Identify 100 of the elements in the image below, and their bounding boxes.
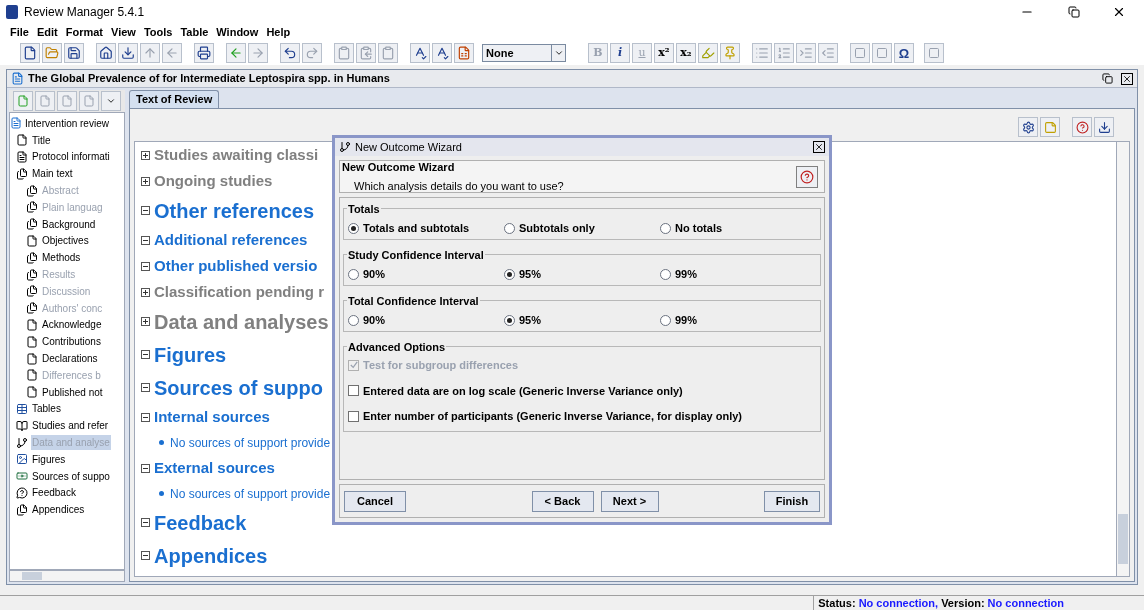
tree-item[interactable]: Objectives bbox=[41, 233, 90, 249]
settings-icon[interactable] bbox=[1018, 117, 1038, 137]
page-icon bbox=[16, 134, 28, 147]
pages-icon bbox=[16, 503, 28, 516]
radio-button[interactable] bbox=[348, 314, 359, 326]
radio-button[interactable] bbox=[504, 222, 515, 234]
checkbox[interactable] bbox=[348, 385, 359, 397]
clipboard-icon[interactable] bbox=[378, 43, 398, 63]
symbol-button[interactable]: Ω bbox=[894, 43, 914, 63]
vertical-scrollbar[interactable] bbox=[1116, 142, 1129, 576]
back-button[interactable]: < Back bbox=[531, 490, 594, 512]
collapse-icon[interactable] bbox=[141, 350, 150, 359]
radio-button[interactable] bbox=[348, 268, 359, 280]
tree-item[interactable]: Main text bbox=[31, 166, 74, 182]
option-label: No totals bbox=[675, 220, 723, 236]
collapse-icon[interactable] bbox=[141, 463, 150, 473]
feedback-icon bbox=[16, 486, 28, 499]
collapse-icon[interactable] bbox=[141, 235, 150, 245]
menu-item[interactable]: Table bbox=[180, 24, 209, 41]
tree-item[interactable]: Methods bbox=[41, 250, 82, 266]
radio-button[interactable] bbox=[348, 222, 359, 234]
collapse-icon[interactable] bbox=[141, 383, 150, 392]
new-file-icon[interactable] bbox=[20, 43, 40, 63]
radio-button[interactable] bbox=[504, 314, 515, 326]
menu-item[interactable]: Tools bbox=[143, 24, 173, 41]
document-icon[interactable] bbox=[454, 43, 474, 63]
tree-item[interactable]: Published not bbox=[41, 384, 104, 400]
menu-item[interactable]: Edit bbox=[36, 24, 58, 41]
dropdown-icon bbox=[553, 48, 564, 58]
print-icon[interactable] bbox=[194, 43, 214, 63]
restore-icon[interactable] bbox=[1102, 73, 1113, 84]
save-icon[interactable] bbox=[64, 43, 84, 63]
restore-icon[interactable] bbox=[1068, 6, 1080, 18]
tree-item[interactable]: Title bbox=[31, 132, 52, 148]
format-button[interactable]: i bbox=[610, 43, 630, 63]
finish-button[interactable]: Finish bbox=[764, 490, 820, 512]
next-button[interactable]: Next > bbox=[600, 490, 659, 512]
help-icon[interactable] bbox=[1072, 117, 1092, 137]
menu-item[interactable]: Window bbox=[216, 24, 259, 41]
tree-item[interactable]: Declarations bbox=[41, 351, 99, 367]
collapse-icon[interactable] bbox=[141, 206, 150, 215]
help-button[interactable] bbox=[796, 165, 818, 188]
collapse-icon[interactable] bbox=[141, 551, 150, 560]
expand-icon[interactable] bbox=[141, 287, 150, 297]
style-select[interactable]: None bbox=[482, 44, 566, 62]
expand-icon[interactable] bbox=[141, 176, 150, 186]
download-icon[interactable] bbox=[118, 43, 138, 63]
spellcheck-icon[interactable] bbox=[410, 43, 430, 63]
close-icon[interactable] bbox=[1121, 72, 1133, 85]
tree-item[interactable]: Tables bbox=[31, 401, 62, 417]
wizard-question: Which analysis details do you want to use? bbox=[353, 179, 565, 194]
option-label: 99% bbox=[675, 312, 698, 328]
tree-item[interactable]: Intervention review bbox=[25, 115, 109, 131]
checkbox[interactable] bbox=[348, 410, 359, 422]
pages-icon bbox=[26, 201, 38, 214]
spellcheck-icon[interactable] bbox=[432, 43, 452, 63]
radio-button[interactable] bbox=[660, 222, 671, 234]
page-icon bbox=[26, 234, 38, 247]
close-icon[interactable] bbox=[1112, 5, 1126, 19]
book-icon bbox=[16, 419, 28, 432]
home-icon[interactable] bbox=[96, 43, 116, 63]
section-heading: Ongoing studies bbox=[154, 170, 273, 191]
format-button[interactable]: x₂ bbox=[676, 43, 696, 63]
expand-icon[interactable] bbox=[141, 317, 150, 326]
radio-button[interactable] bbox=[660, 314, 671, 326]
menu-item[interactable]: Format bbox=[65, 24, 103, 41]
tree-item[interactable]: Studies and refer bbox=[31, 418, 110, 434]
format-button[interactable]: x² bbox=[654, 43, 674, 63]
radio-button[interactable] bbox=[504, 268, 515, 280]
collapse-icon[interactable] bbox=[141, 261, 150, 271]
pages-icon bbox=[16, 167, 28, 180]
tree-item[interactable]: Contributions bbox=[41, 334, 102, 350]
horizontal-scrollbar[interactable] bbox=[9, 570, 125, 582]
undo-icon[interactable] bbox=[280, 43, 300, 63]
tree-item[interactable]: Acknowledge bbox=[41, 317, 103, 333]
cancel-button[interactable]: Cancel bbox=[344, 490, 406, 512]
menu-item[interactable]: Help bbox=[266, 24, 291, 41]
option-label: Test for subgroup differences bbox=[363, 358, 519, 373]
pages-icon bbox=[26, 251, 38, 264]
expand-icon[interactable] bbox=[141, 150, 150, 160]
forest-plot-icon bbox=[16, 436, 28, 449]
tree-item[interactable]: Feedback bbox=[31, 485, 77, 501]
tree-item[interactable]: Protocol informati bbox=[31, 149, 111, 165]
page-icon bbox=[26, 335, 38, 348]
page-icon bbox=[26, 369, 38, 382]
tree-item[interactable]: Background bbox=[41, 216, 97, 232]
tree-item[interactable]: Sources of suppo bbox=[31, 468, 111, 484]
help-icon bbox=[800, 169, 814, 184]
radio-button[interactable] bbox=[660, 268, 671, 280]
menu-item[interactable]: View bbox=[111, 24, 136, 41]
page-icon bbox=[26, 386, 38, 399]
tree-item[interactable]: Figures bbox=[31, 451, 67, 467]
collapse-icon[interactable] bbox=[141, 412, 150, 422]
pages-icon bbox=[26, 184, 38, 197]
collapse-icon[interactable] bbox=[141, 518, 150, 527]
tab[interactable]: Text of Review bbox=[129, 90, 220, 108]
page-icon bbox=[26, 318, 38, 331]
menu-item[interactable]: File bbox=[10, 24, 29, 41]
close-icon[interactable] bbox=[813, 141, 825, 153]
tree-item[interactable]: Appendices bbox=[31, 502, 86, 518]
